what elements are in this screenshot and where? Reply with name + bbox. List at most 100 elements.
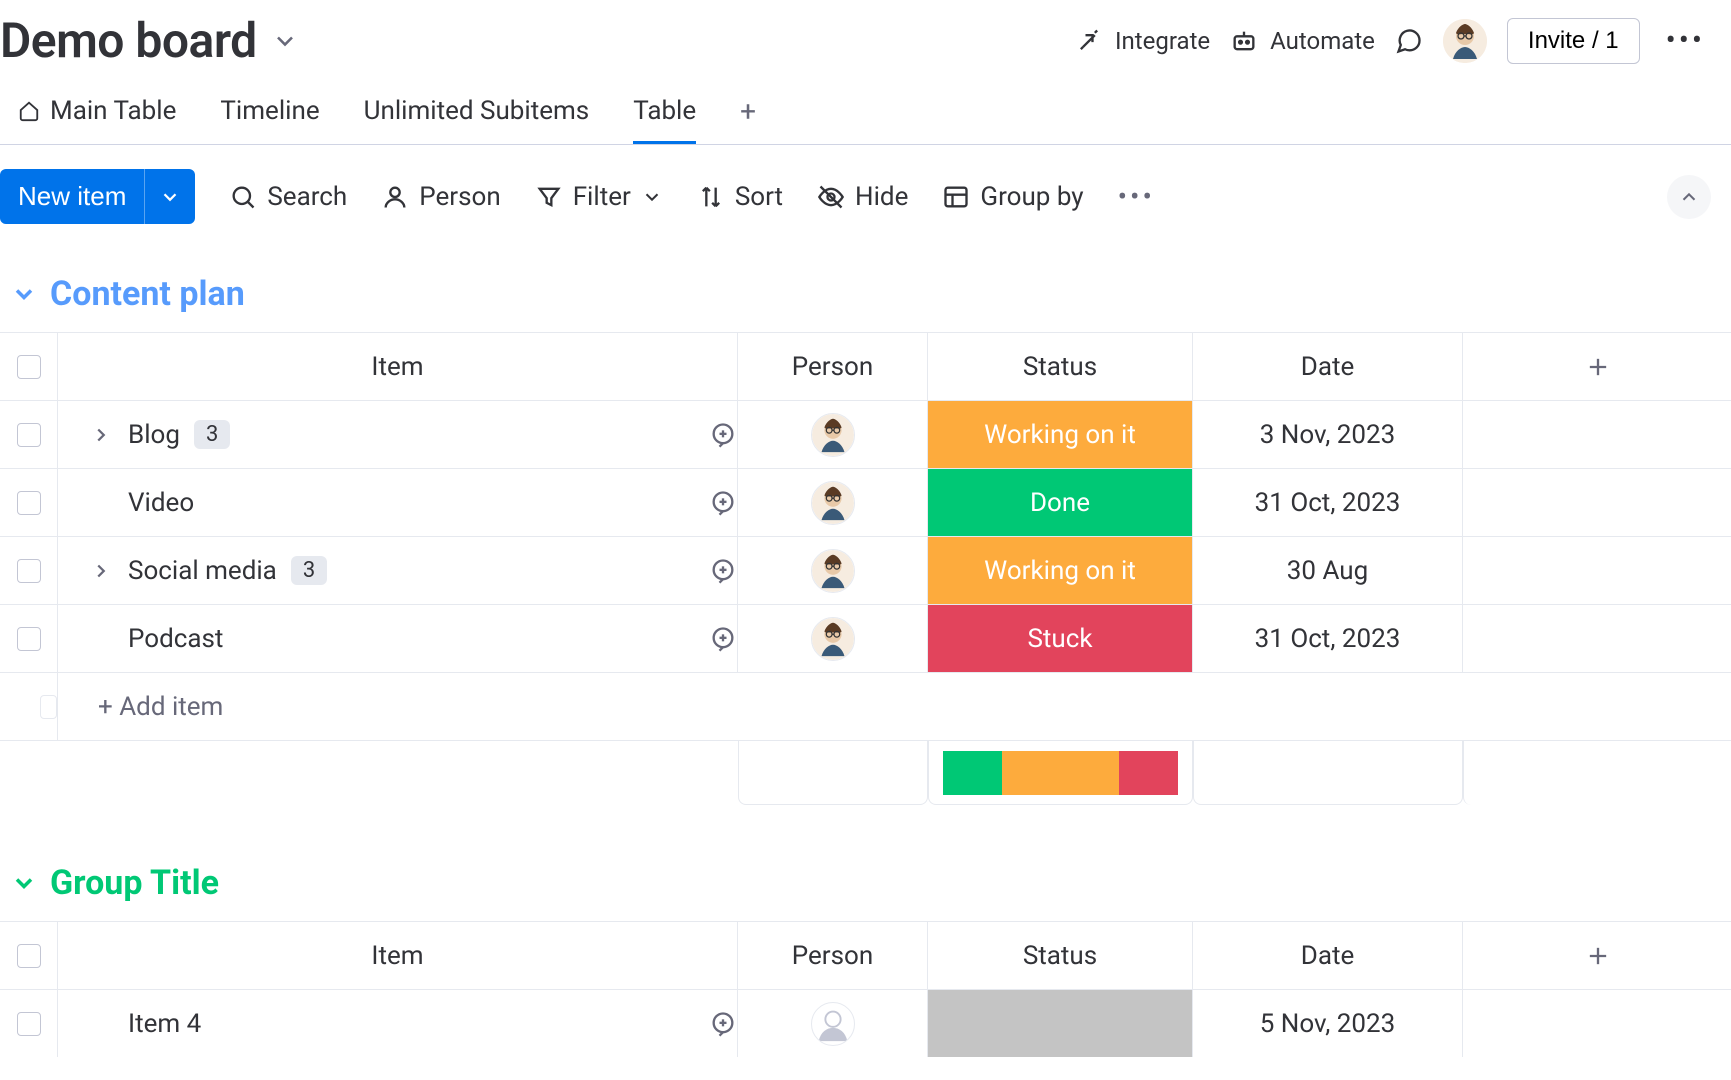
status-summary[interactable]	[928, 741, 1193, 805]
row-checkbox[interactable]	[0, 604, 58, 672]
date-cell[interactable]: 5 Nov, 2023	[1193, 989, 1463, 1057]
column-header-person[interactable]: Person	[738, 921, 928, 989]
row-checkbox[interactable]	[0, 400, 58, 468]
status-cell[interactable]: Done	[928, 468, 1193, 536]
group-by-button[interactable]: Group by	[942, 182, 1083, 212]
date-cell[interactable]: 30 Aug	[1193, 536, 1463, 604]
chevron-down-icon	[10, 280, 38, 308]
user-avatar[interactable]	[1443, 19, 1487, 63]
add-conversation-button[interactable]	[709, 625, 737, 653]
conversations-button[interactable]	[1395, 27, 1423, 55]
person-cell[interactable]	[738, 468, 928, 536]
person-cell[interactable]	[738, 604, 928, 672]
status-segment-stuck	[1119, 751, 1178, 795]
status-cell[interactable]	[928, 989, 1193, 1057]
status-cell[interactable]: Stuck	[928, 604, 1193, 672]
date-cell[interactable]: 31 Oct, 2023	[1193, 468, 1463, 536]
item-name-cell[interactable]: Video	[58, 468, 738, 536]
subitem-count-badge: 3	[194, 420, 230, 449]
add-column-button[interactable]	[1463, 332, 1731, 400]
add-tab-button[interactable]: +	[740, 81, 756, 144]
tab-label: Timeline	[220, 96, 319, 126]
expand-subitems-icon[interactable]	[88, 560, 114, 582]
subitem-count-badge: 3	[291, 556, 327, 585]
new-item-button[interactable]: New item	[0, 169, 144, 224]
invite-label: Invite / 1	[1528, 27, 1619, 54]
empty-cell	[1463, 989, 1731, 1057]
collapse-toolbar-button[interactable]	[1667, 175, 1711, 219]
add-column-button[interactable]	[1463, 921, 1731, 989]
empty-cell	[1463, 468, 1731, 536]
person-cell[interactable]	[738, 989, 928, 1057]
item-name-cell[interactable]: Social media 3	[58, 536, 738, 604]
add-conversation-button[interactable]	[709, 1010, 737, 1038]
group-header[interactable]: Content plan	[0, 266, 1731, 332]
item-name-cell[interactable]: Item 4	[58, 989, 738, 1057]
group-by-label: Group by	[980, 182, 1083, 212]
robot-icon	[1230, 27, 1258, 55]
person-cell[interactable]	[738, 400, 928, 468]
column-header-status[interactable]: Status	[928, 332, 1193, 400]
column-header-date[interactable]: Date	[1193, 921, 1463, 989]
filter-button[interactable]: Filter	[535, 182, 663, 212]
integrate-button[interactable]: Integrate	[1075, 27, 1210, 55]
filter-icon	[535, 183, 563, 211]
more-menu-button[interactable]: •••	[1660, 23, 1711, 58]
search-label: Search	[267, 182, 347, 212]
status-cell[interactable]: Working on it	[928, 400, 1193, 468]
tab-unlimited-subitems[interactable]: Unlimited Subitems	[364, 81, 590, 144]
person-filter-button[interactable]: Person	[381, 182, 500, 212]
tab-label: Main Table	[50, 96, 176, 126]
add-conversation-button[interactable]	[709, 489, 737, 517]
automate-button[interactable]: Automate	[1230, 27, 1375, 55]
chevron-down-icon[interactable]	[271, 27, 299, 55]
chevron-down-icon	[641, 186, 663, 208]
column-header-item[interactable]: Item	[58, 921, 738, 989]
add-conversation-button[interactable]	[709, 421, 737, 449]
group-header[interactable]: Group Title	[0, 855, 1731, 921]
board-toolbar: New item Search Person Filter Sort	[0, 145, 1731, 248]
person-cell[interactable]	[738, 536, 928, 604]
column-header-person[interactable]: Person	[738, 332, 928, 400]
sort-button[interactable]: Sort	[697, 182, 783, 212]
avatar	[811, 617, 855, 661]
row-checkbox[interactable]	[0, 989, 58, 1057]
item-name-cell[interactable]: Podcast	[58, 604, 738, 672]
status-cell[interactable]: Working on it	[928, 536, 1193, 604]
column-header-status[interactable]: Status	[928, 921, 1193, 989]
new-item-dropdown[interactable]	[144, 169, 195, 224]
tab-timeline[interactable]: Timeline	[220, 81, 319, 144]
tab-table[interactable]: Table	[633, 81, 696, 144]
board-title[interactable]: Demo board	[0, 12, 299, 69]
date-cell[interactable]: 31 Oct, 2023	[1193, 604, 1463, 672]
empty-cell	[1463, 536, 1731, 604]
row-checkbox[interactable]	[0, 468, 58, 536]
home-icon	[18, 100, 40, 122]
eye-off-icon	[817, 183, 845, 211]
date-summary	[1193, 741, 1463, 805]
search-button[interactable]: Search	[229, 182, 347, 212]
tab-main-table[interactable]: Main Table	[18, 81, 176, 144]
table-row: Blog 3 Working on it 3 Nov, 2023	[0, 400, 1731, 468]
row-checkbox[interactable]	[0, 536, 58, 604]
board-tabs: Main Table Timeline Unlimited Subitems T…	[0, 81, 1731, 145]
table-row: Podcast Stuck 31 Oct, 2023	[0, 604, 1731, 672]
select-all-checkbox[interactable]	[0, 921, 58, 989]
add-item-input[interactable]: + Add item	[58, 672, 1731, 740]
expand-subitems-icon[interactable]	[88, 424, 114, 446]
invite-button[interactable]: Invite / 1	[1507, 18, 1640, 64]
toolbar-more-button[interactable]: •••	[1118, 180, 1155, 213]
column-header-date[interactable]: Date	[1193, 332, 1463, 400]
hide-button[interactable]: Hide	[817, 182, 908, 212]
item-name-cell[interactable]: Blog 3	[58, 400, 738, 468]
avatar	[811, 413, 855, 457]
avatar	[811, 481, 855, 525]
column-header-item[interactable]: Item	[58, 332, 738, 400]
item-name: Podcast	[128, 624, 223, 654]
avatar	[811, 549, 855, 593]
date-cell[interactable]: 3 Nov, 2023	[1193, 400, 1463, 468]
select-all-checkbox[interactable]	[0, 332, 58, 400]
group-title: Group Title	[50, 863, 219, 903]
add-conversation-button[interactable]	[709, 557, 737, 585]
chevron-down-icon	[10, 869, 38, 897]
